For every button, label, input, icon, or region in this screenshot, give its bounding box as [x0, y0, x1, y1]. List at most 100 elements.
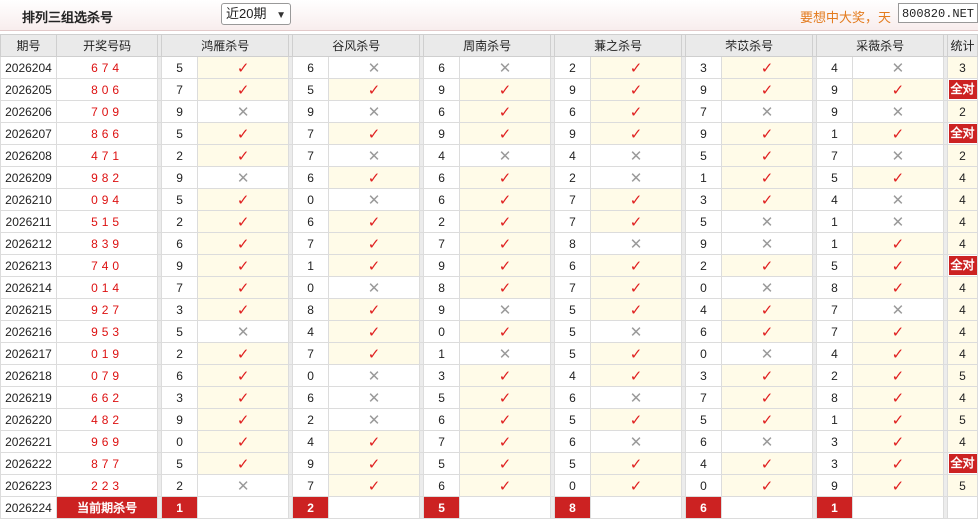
col-header-expert-2: 谷风杀号	[292, 34, 421, 57]
table-row: 2026214 014 7 ✓ 0 ✕ 8 ✓ 7 ✓ 0 ✕ 8 ✓ 4	[0, 276, 978, 299]
table-row: 2026222 877 5 ✓ 9 ✓ 5 ✓ 5 ✓ 4 ✓ 3 ✓ 全对	[0, 452, 978, 475]
kill-number-cell: 7	[423, 232, 460, 255]
stats-cell: 4	[947, 232, 978, 255]
kill-number-cell: 7	[292, 342, 329, 365]
kill-number-cell: 5	[423, 386, 460, 409]
cross-icon: ✕	[367, 279, 381, 297]
kill-number-cell: 6	[292, 56, 329, 79]
kill-number-cell: 9	[685, 78, 722, 101]
stats-cell: 4	[947, 298, 978, 321]
draw-numbers-cell: 877	[55, 452, 159, 475]
check-icon: ✓	[629, 301, 643, 319]
kill-number-cell: 4	[816, 188, 853, 211]
stats-cell: 全对	[947, 452, 978, 475]
cross-icon: ✕	[498, 345, 512, 363]
check-icon: ✓	[236, 235, 250, 253]
result-cell: ✓	[589, 56, 683, 79]
draw-numbers-cell: 674	[55, 56, 159, 79]
result-cell: ✓	[458, 408, 552, 431]
kill-number-cell: 3	[816, 430, 853, 453]
result-cell: ✓	[458, 254, 552, 277]
result-cell: ✓	[720, 78, 814, 101]
draw-numbers-cell: 515	[55, 210, 159, 233]
check-icon: ✓	[367, 125, 381, 143]
kill-number-cell: 4	[292, 430, 329, 453]
result-cell: ✕	[851, 188, 945, 211]
current-stats-blank	[947, 496, 978, 519]
cross-icon: ✕	[760, 235, 774, 253]
check-icon: ✓	[367, 169, 381, 187]
result-cell: ✕	[589, 320, 683, 343]
kill-number-cell: 2	[161, 144, 198, 167]
kill-number-cell: 9	[816, 474, 853, 497]
result-cell: ✓	[196, 56, 290, 79]
current-kill-blank	[851, 496, 945, 519]
check-icon: ✓	[760, 257, 774, 275]
period-select[interactable]: 近20期 ▼	[221, 3, 291, 25]
issue-cell: 2026214	[0, 276, 57, 299]
kill-number-cell: 0	[292, 276, 329, 299]
kill-number-cell: 9	[554, 78, 591, 101]
result-cell: ✓	[720, 386, 814, 409]
site-badge[interactable]: 800820.NET	[898, 3, 978, 23]
result-cell: ✓	[720, 254, 814, 277]
col-header-numbers: 开奖号码	[55, 34, 159, 57]
result-cell: ✕	[851, 100, 945, 123]
result-cell: ✕	[327, 364, 421, 387]
check-icon: ✓	[367, 257, 381, 275]
check-icon: ✓	[498, 125, 512, 143]
check-icon: ✓	[891, 235, 905, 253]
result-cell: ✕	[720, 100, 814, 123]
check-icon: ✓	[498, 257, 512, 275]
cross-icon: ✕	[367, 59, 381, 77]
check-icon: ✓	[236, 213, 250, 231]
stats-cell: 4	[947, 166, 978, 189]
result-cell: ✓	[196, 408, 290, 431]
result-cell: ✕	[196, 166, 290, 189]
kill-number-cell: 6	[292, 166, 329, 189]
cross-icon: ✕	[891, 301, 905, 319]
hit-count: 4	[959, 346, 966, 361]
hit-count: 5	[959, 412, 966, 427]
result-cell: ✓	[589, 100, 683, 123]
check-icon: ✓	[891, 367, 905, 385]
kill-number-cell: 7	[292, 144, 329, 167]
table-row: 2026211 515 2 ✓ 6 ✓ 2 ✓ 7 ✓ 5 ✕ 1 ✕ 4	[0, 210, 978, 233]
result-cell: ✓	[458, 210, 552, 233]
result-cell: ✓	[851, 474, 945, 497]
result-cell: ✓	[196, 188, 290, 211]
table-row: 2026217 019 2 ✓ 7 ✓ 1 ✕ 5 ✓ 0 ✕ 4 ✓ 4	[0, 342, 978, 365]
result-cell: ✓	[720, 364, 814, 387]
check-icon: ✓	[498, 213, 512, 231]
table-row: 2026220 482 9 ✓ 2 ✕ 6 ✓ 5 ✓ 5 ✓ 1 ✓ 5	[0, 408, 978, 431]
stats-cell: 全对	[947, 254, 978, 277]
kill-number-cell: 8	[292, 298, 329, 321]
cross-icon: ✕	[367, 103, 381, 121]
check-icon: ✓	[891, 257, 905, 275]
hit-count: 4	[959, 302, 966, 317]
kill-number-cell: 9	[423, 122, 460, 145]
check-icon: ✓	[498, 433, 512, 451]
result-cell: ✕	[589, 232, 683, 255]
result-cell: ✓	[851, 364, 945, 387]
check-icon: ✓	[891, 323, 905, 341]
kill-number-cell: 5	[554, 452, 591, 475]
result-cell: ✓	[196, 122, 290, 145]
check-icon: ✓	[367, 81, 381, 99]
stats-cell: 全对	[947, 122, 978, 145]
stats-cell: 4	[947, 276, 978, 299]
result-cell: ✕	[327, 188, 421, 211]
check-icon: ✓	[760, 389, 774, 407]
check-icon: ✓	[629, 455, 643, 473]
hit-count: 3	[959, 60, 966, 75]
current-kill-number: 1	[816, 496, 853, 519]
check-icon: ✓	[498, 389, 512, 407]
kill-number-cell: 5	[816, 166, 853, 189]
table-row: 2026219 662 3 ✓ 6 ✕ 5 ✓ 6 ✕ 7 ✓ 8 ✓ 4	[0, 386, 978, 409]
cross-icon: ✕	[498, 301, 512, 319]
result-cell: ✓	[327, 452, 421, 475]
check-icon: ✓	[367, 345, 381, 363]
result-cell: ✓	[458, 452, 552, 475]
check-icon: ✓	[367, 455, 381, 473]
result-cell: ✓	[196, 364, 290, 387]
